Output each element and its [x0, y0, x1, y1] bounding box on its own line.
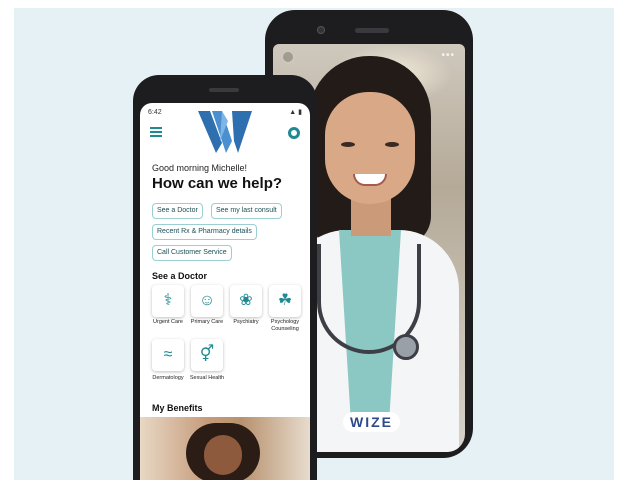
counseling-icon: ☘ [277, 292, 293, 309]
wize-logo [198, 111, 252, 153]
benefits-card-image[interactable] [140, 417, 310, 480]
urgent-care-tile[interactable]: ⚕ [152, 285, 184, 317]
last-consult-chip[interactable]: See my last consult [211, 203, 282, 219]
doctor-eye-left [341, 142, 355, 147]
customer-service-chip[interactable]: Call Customer Service [152, 245, 232, 261]
phone-speaker [355, 28, 389, 33]
front-camera [317, 26, 325, 34]
see-doctor-chip[interactable]: See a Doctor [152, 203, 203, 219]
sexual-health-label: Sexual Health [189, 375, 225, 381]
counseling-label: Psychology Counseling [270, 319, 300, 332]
sexual-health-tile[interactable]: ⚥ [191, 339, 223, 371]
urgent-care-icon: ⚕ [163, 292, 173, 309]
status-time: 6:42 [148, 109, 162, 116]
status-icons: ▲ ▮ [289, 109, 302, 116]
dermatology-tile[interactable]: ≈ [152, 339, 184, 371]
stethoscope-chestpiece [393, 334, 419, 360]
dermatology-label: Dermatology [152, 375, 184, 381]
primary-care-tile[interactable]: ☺ [191, 285, 223, 317]
psychiatry-tile[interactable]: ❀ [230, 285, 262, 317]
dermatology-icon: ≈ [163, 346, 173, 363]
benefit-person-face [204, 435, 242, 475]
app-phone: 6:42 ▲ ▮ Good morning Michelle! How can … [133, 75, 317, 480]
greeting-text: Good morning Michelle! [152, 163, 248, 173]
benefits-heading: My Benefits [152, 403, 203, 413]
page-headline: How can we help? [152, 175, 283, 192]
self-view-icon[interactable] [281, 50, 295, 64]
psychiatry-icon: ❀ [239, 292, 253, 309]
urgent-care-label: Urgent Care [153, 319, 183, 325]
doctor-eye-right [385, 142, 399, 147]
see-doctor-heading: See a Doctor [152, 271, 208, 281]
wize-brand-badge: WIZE [343, 412, 400, 432]
sexual-health-icon: ⚥ [199, 346, 215, 363]
more-options-icon[interactable]: ••• [441, 50, 455, 61]
primary-care-label: Primary Care [190, 319, 224, 325]
psychiatry-label: Psychiatry [233, 319, 259, 325]
hamburger-menu-icon[interactable] [150, 127, 162, 137]
primary-care-icon: ☺ [198, 292, 216, 309]
counseling-tile[interactable]: ☘ [269, 285, 301, 317]
phone-speaker [209, 88, 239, 92]
doctor-face [325, 92, 415, 204]
app-screen: 6:42 ▲ ▮ Good morning Michelle! How can … [140, 103, 310, 480]
settings-gear-icon[interactable] [288, 127, 300, 139]
rx-pharmacy-chip[interactable]: Recent Rx & Pharmacy details [152, 224, 257, 240]
